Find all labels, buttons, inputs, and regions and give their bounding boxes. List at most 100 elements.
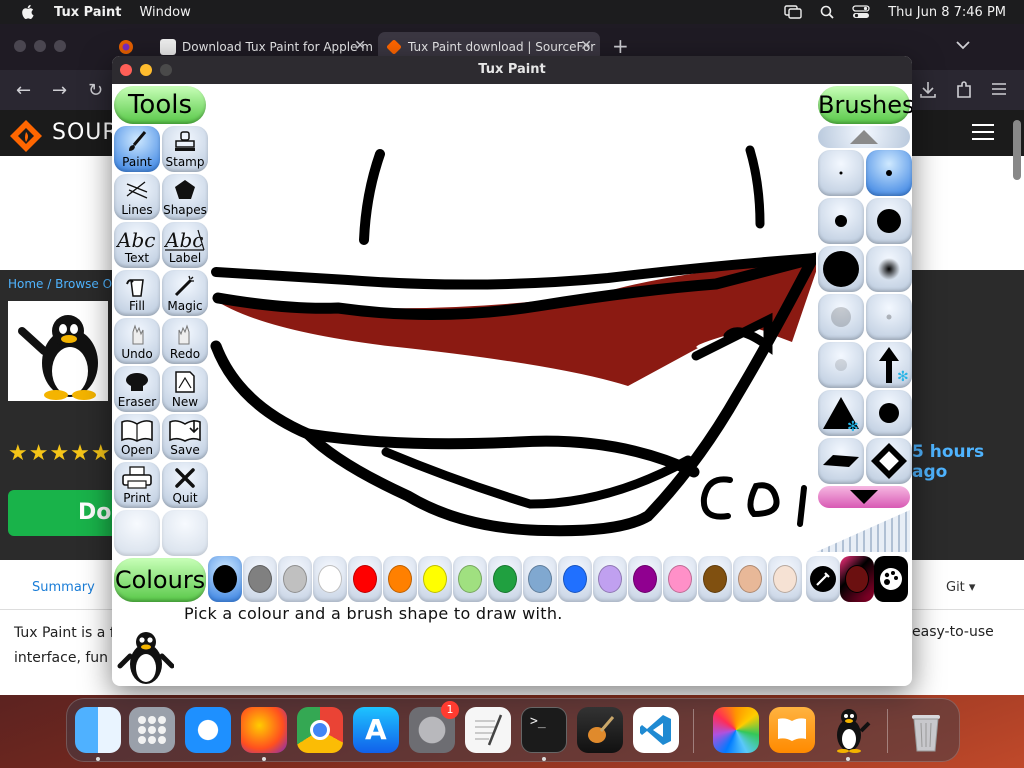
tool-open[interactable]: Open (114, 414, 160, 460)
tuxpaint-titlebar[interactable]: Tux Paint (112, 56, 912, 84)
breadcrumb[interactable]: Home / Browse Ope (8, 277, 127, 291)
apple-menu-icon[interactable] (20, 4, 34, 20)
colour-swatch[interactable] (313, 556, 347, 602)
colour-swatch[interactable] (768, 556, 802, 602)
spotlight-search-icon[interactable] (820, 5, 834, 19)
brush-light-dot[interactable] (818, 342, 864, 388)
window-zoom-button[interactable] (160, 64, 172, 76)
brush-small-dot-selected[interactable] (866, 150, 912, 196)
trash-icon[interactable] (903, 707, 949, 753)
colour-swatch[interactable] (243, 556, 277, 602)
finder-icon[interactable] (75, 707, 121, 753)
brushes-scroll-up-button[interactable] (818, 126, 910, 148)
colour-swatch[interactable] (628, 556, 662, 602)
firefox-view-icon[interactable] (118, 39, 134, 55)
firefox-icon[interactable] (241, 707, 287, 753)
launchpad-icon[interactable] (129, 707, 175, 753)
vscode-icon[interactable] (633, 707, 679, 753)
tool-magic[interactable]: Magic (162, 270, 208, 316)
site-menu-icon[interactable] (972, 124, 994, 140)
brush-medium-dot[interactable] (818, 198, 864, 244)
brush-round-dot[interactable] (866, 390, 912, 436)
app-menu-icon[interactable] (992, 83, 1006, 95)
colour-swatch[interactable] (663, 556, 697, 602)
tab-git-dropdown[interactable]: Git ▾ (946, 580, 975, 595)
colour-mixer[interactable] (874, 556, 908, 602)
brush-diamond-arrows[interactable] (866, 438, 912, 484)
tool-paint[interactable]: Paint (114, 126, 160, 172)
window-close-button[interactable] (120, 64, 132, 76)
colour-swatch[interactable] (733, 556, 767, 602)
tool-eraser[interactable]: Eraser (114, 366, 160, 412)
colour-swatch[interactable] (698, 556, 732, 602)
terminal-icon[interactable]: >_ (521, 707, 567, 753)
tool-text[interactable]: Abc Text (114, 222, 160, 268)
colour-picker-eyedropper[interactable] (806, 556, 840, 602)
active-app-name[interactable]: Tux Paint (54, 5, 121, 20)
colour-swatch[interactable] (558, 556, 592, 602)
textedit-icon[interactable] (465, 707, 511, 753)
tuxpaint-icon[interactable] (825, 707, 871, 753)
brush-triangle[interactable]: ✻ (818, 390, 864, 436)
close-tab-icon[interactable]: ✕ (580, 38, 592, 54)
page-scrollbar[interactable] (1013, 120, 1021, 180)
tool-undo[interactable]: Undo (114, 318, 160, 364)
tool-fill[interactable]: Fill (114, 270, 160, 316)
tool-lines[interactable]: Lines (114, 174, 160, 220)
control-center-icon[interactable] (852, 5, 870, 19)
colour-swatch[interactable] (348, 556, 382, 602)
colour-swatch[interactable] (383, 556, 417, 602)
back-arrow-icon[interactable]: ← (16, 80, 31, 101)
tool-print[interactable]: Print (114, 462, 160, 508)
brush-diamond-flat[interactable] (818, 438, 864, 484)
brush-arrow-up[interactable]: ✻ (866, 342, 912, 388)
garageband-icon[interactable] (577, 707, 623, 753)
site-name[interactable]: SOUR (52, 120, 119, 145)
colour-rainbow-picker[interactable] (840, 556, 874, 602)
tool-label[interactable]: Abc Label (162, 222, 208, 268)
menu-window[interactable]: Window (139, 5, 190, 20)
new-tab-button[interactable]: + (612, 34, 629, 58)
sourceforge-logo-icon[interactable] (8, 118, 44, 154)
tool-save[interactable]: Save (162, 414, 208, 460)
window-minimize-button[interactable] (140, 64, 152, 76)
system-settings-icon[interactable]: 1 (409, 701, 459, 753)
safari-icon[interactable] (185, 707, 231, 753)
drawing-canvas[interactable] (208, 84, 841, 554)
colour-swatch[interactable] (523, 556, 557, 602)
photos-icon[interactable] (713, 707, 759, 753)
brushes-scroll-down-button[interactable] (818, 486, 910, 508)
colour-swatch[interactable] (418, 556, 452, 602)
chrome-icon[interactable] (297, 707, 343, 753)
tab-summary[interactable]: Summary (32, 580, 95, 595)
browser-zoom-button[interactable] (54, 40, 66, 52)
reload-icon[interactable]: ↻ (88, 80, 103, 101)
books-icon[interactable] (769, 707, 815, 753)
brush-size-slider[interactable] (816, 510, 910, 552)
app-store-icon[interactable]: A (353, 707, 399, 753)
brush-tiny-dot[interactable] (818, 150, 864, 196)
tool-stamp[interactable]: Stamp (162, 126, 208, 172)
tool-redo[interactable]: Redo (162, 318, 208, 364)
brush-faint-dot[interactable] (866, 294, 912, 340)
list-all-tabs-chevron-icon[interactable] (956, 40, 970, 50)
download-button[interactable]: Do (8, 490, 118, 536)
colour-swatch[interactable] (278, 556, 312, 602)
browser-close-button[interactable] (14, 40, 26, 52)
colour-swatch[interactable] (208, 556, 242, 602)
brush-faded-dot[interactable] (818, 294, 864, 340)
close-tab-icon[interactable]: ✕ (354, 38, 366, 54)
screen-mirroring-icon[interactable] (784, 5, 802, 19)
tool-shapes[interactable]: Shapes (162, 174, 208, 220)
tool-new[interactable]: New (162, 366, 208, 412)
extensions-icon[interactable] (956, 81, 972, 99)
downloads-icon[interactable] (920, 81, 936, 99)
brush-huge-dot[interactable] (818, 246, 864, 292)
menu-clock[interactable]: Thu Jun 8 7:46 PM (888, 5, 1006, 20)
brush-fuzzy-dot[interactable] (866, 246, 912, 292)
brush-large-dot[interactable] (866, 198, 912, 244)
forward-arrow-icon[interactable]: → (52, 80, 67, 101)
browser-minimize-button[interactable] (34, 40, 46, 52)
colour-swatch[interactable] (593, 556, 627, 602)
colour-swatch[interactable] (488, 556, 522, 602)
